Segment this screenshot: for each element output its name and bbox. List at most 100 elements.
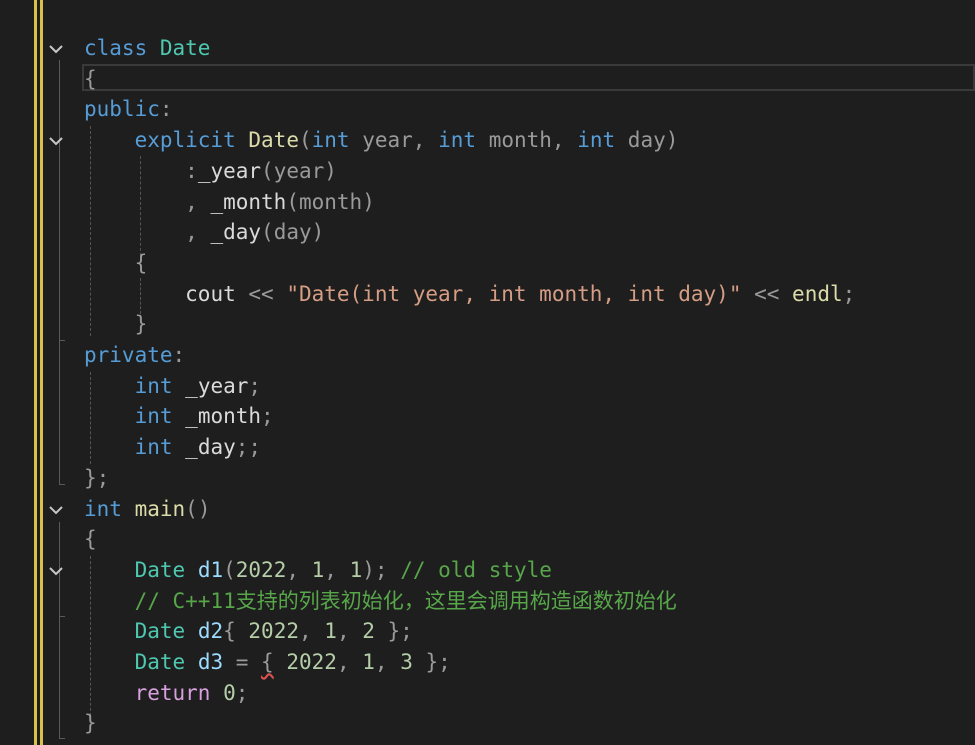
- code-token: ): [324, 158, 337, 183]
- code-token: }: [84, 711, 97, 736]
- code-line[interactable]: // C++11支持的列表初始化，这里会调用构造函数初始化: [84, 586, 677, 617]
- code-token: private: [84, 343, 173, 367]
- code-token: (: [261, 220, 274, 245]
- code-token: (: [298, 128, 312, 153]
- code-editor[interactable]: class Date{public: explicit Date(int yea…: [0, 0, 975, 745]
- code-token: Date: [159, 36, 211, 60]
- code-token: };: [412, 650, 451, 674]
- code-token: Date: [134, 557, 186, 582]
- code-token: :: [172, 343, 186, 367]
- code-token: ): [362, 189, 375, 214]
- code-token: int: [438, 128, 477, 153]
- code-token: explicit: [134, 128, 236, 153]
- code-token: int: [134, 435, 173, 460]
- code-line[interactable]: int _year;: [84, 371, 261, 402]
- code-token: ;;: [235, 435, 262, 460]
- code-line[interactable]: return 0;: [84, 678, 249, 709]
- code-token: ,: [185, 220, 211, 245]
- code-line[interactable]: int _day;;: [84, 432, 261, 463]
- code-token: int: [134, 404, 173, 429]
- code-token: <<: [235, 281, 287, 306]
- fold-chevron-icon[interactable]: [48, 563, 64, 579]
- code-token: ;: [235, 680, 249, 705]
- fold-chevron-icon[interactable]: [48, 502, 64, 518]
- code-token: int: [134, 373, 173, 398]
- code-line[interactable]: explicit Date(int year, int month, int d…: [84, 125, 679, 156]
- code-line[interactable]: {: [84, 248, 148, 279]
- outline-end-stmt: [59, 616, 65, 617]
- code-token: {: [261, 650, 274, 674]
- code-line[interactable]: }: [84, 708, 97, 739]
- code-line[interactable]: class Date: [84, 33, 210, 64]
- code-token: cout: [185, 281, 236, 306]
- fold-chevron-icon[interactable]: [48, 41, 64, 57]
- code-line[interactable]: public:: [84, 94, 173, 125]
- code-token: // old style: [400, 557, 552, 582]
- code-line[interactable]: }: [84, 309, 148, 340]
- code-line[interactable]: Date d2{ 2022, 1, 2 };: [84, 616, 413, 647]
- code-token: {: [223, 619, 249, 644]
- code-token: {: [84, 527, 97, 552]
- code-token: ,: [374, 650, 401, 674]
- fold-chevron-icon[interactable]: [48, 133, 64, 149]
- code-token: ,: [298, 619, 325, 644]
- code-token: };: [374, 619, 413, 644]
- code-token: int: [577, 128, 616, 153]
- code-token: main: [134, 496, 186, 521]
- code-line[interactable]: private:: [84, 340, 185, 371]
- code-line[interactable]: Date d1(2022, 1, 1); // old style: [84, 555, 552, 586]
- outline-line-stmt: [59, 584, 60, 616]
- code-token: d3: [197, 650, 224, 674]
- code-token: 2022: [248, 619, 299, 644]
- code-token: int: [84, 496, 122, 521]
- code-token: :: [159, 97, 173, 122]
- code-token: );: [362, 557, 401, 582]
- code-line[interactable]: , _month(month): [84, 187, 375, 218]
- code-token: int: [311, 128, 350, 153]
- code-token: 2022: [235, 557, 287, 582]
- code-token: ,: [286, 557, 312, 582]
- code-line[interactable]: Date d3 = { 2022, 1, 3 };: [84, 647, 451, 678]
- code-line[interactable]: };: [84, 463, 109, 494]
- code-token: ): [665, 128, 679, 153]
- code-line[interactable]: , _day(day): [84, 217, 324, 248]
- code-token: return: [134, 680, 211, 705]
- code-token: endl: [792, 281, 843, 306]
- outline-end-main: [59, 738, 65, 739]
- code-token: ;: [842, 281, 856, 306]
- code-line[interactable]: {: [84, 524, 97, 555]
- code-token: 0: [223, 680, 236, 705]
- code-token: {: [84, 66, 97, 91]
- code-token: (: [286, 189, 299, 214]
- current-line-highlight: [82, 64, 975, 91]
- code-token: Date: [134, 650, 186, 674]
- outline-line-main: [59, 522, 60, 738]
- code-line[interactable]: {: [84, 64, 97, 95]
- code-line[interactable]: :_year(year): [84, 156, 337, 187]
- code-token: ;: [261, 404, 274, 429]
- code-token: ): [311, 220, 325, 245]
- code-line[interactable]: cout << "Date(int year, int month, int d…: [84, 279, 855, 310]
- code-token: _day: [185, 435, 236, 460]
- code-token: day: [627, 128, 666, 153]
- code-line[interactable]: int _month;: [84, 401, 274, 432]
- outline-end-class: [59, 484, 65, 485]
- code-token: day: [273, 220, 312, 245]
- code-line[interactable]: int main(): [84, 494, 210, 525]
- code-token: ,: [551, 128, 578, 153]
- code-token: :: [185, 158, 198, 183]
- code-token: month: [298, 189, 363, 214]
- code-token: year: [362, 128, 413, 153]
